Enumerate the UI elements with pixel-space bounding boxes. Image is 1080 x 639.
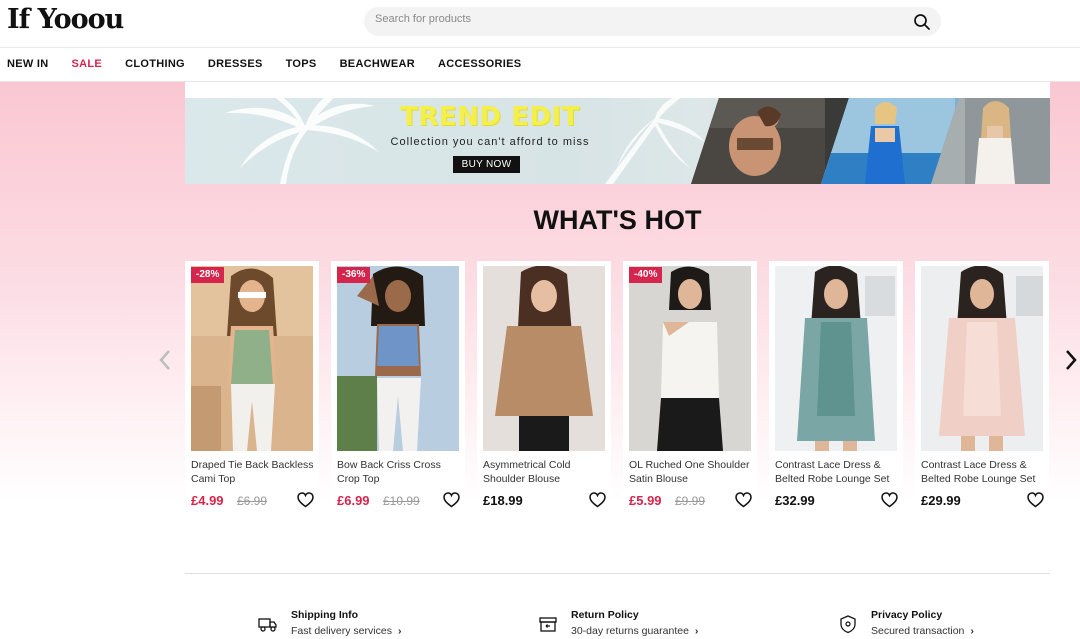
product-name[interactable]: Asymmetrical Cold Shoulder Blouse <box>483 458 609 486</box>
shipping-info-link[interactable]: Shipping Info Fast delivery services › <box>258 607 458 639</box>
truck-icon <box>258 618 277 632</box>
nav-new-in[interactable]: NEW IN <box>7 58 49 70</box>
heart-icon[interactable] <box>443 492 460 508</box>
product-image[interactable] <box>337 266 459 451</box>
site-header: If Yooou NEW IN SALE CLOTHING DRESSES TO… <box>0 0 1080 82</box>
product-price: £4.99 <box>191 493 224 508</box>
product-name[interactable]: Contrast Lace Dress & Belted Robe Lounge… <box>921 458 1047 486</box>
heart-icon[interactable] <box>735 492 752 508</box>
footer-divider <box>185 573 1050 574</box>
chevron-right-icon: › <box>694 625 699 637</box>
product-price: £5.99 <box>629 493 662 508</box>
nav-dresses[interactable]: DRESSES <box>208 58 263 70</box>
chevron-right-icon: › <box>397 625 402 637</box>
search-icon[interactable] <box>913 13 931 31</box>
product-image[interactable] <box>921 266 1043 451</box>
product-card[interactable]: -40% OL Ruched One Shoulder Satin Blouse… <box>623 261 757 523</box>
product-name[interactable]: Draped Tie Back Backless Cami Top <box>191 458 317 486</box>
shield-icon <box>840 615 856 634</box>
return-box-icon <box>539 617 557 632</box>
privacy-title: Privacy Policy <box>871 609 943 621</box>
heart-icon[interactable] <box>1027 492 1044 508</box>
product-card[interactable]: Contrast Lace Dress & Belted Robe Lounge… <box>915 261 1049 523</box>
discount-badge: -36% <box>337 267 371 283</box>
product-price: £18.99 <box>483 493 523 508</box>
heart-icon[interactable] <box>881 492 898 508</box>
nav-accessories[interactable]: ACCESSORIES <box>438 58 521 70</box>
chevron-right-icon: › <box>970 625 974 637</box>
nav-tops[interactable]: TOPS <box>286 58 317 70</box>
promo-banner[interactable]: TREND EDIT Collection you can't afford t… <box>185 98 1050 184</box>
header-divider <box>0 47 1080 48</box>
buy-now-button[interactable]: BUY NOW <box>453 156 520 173</box>
nav-sale[interactable]: SALE <box>72 58 103 70</box>
return-subtitle: 30-day returns guarantee › <box>571 625 699 637</box>
heart-icon[interactable] <box>297 492 314 508</box>
search-bar[interactable] <box>364 7 941 36</box>
product-old-price: £6.99 <box>237 494 268 508</box>
return-policy-link[interactable]: Return Policy 30-day returns guarantee › <box>538 607 738 639</box>
product-name[interactable]: OL Ruched One Shoulder Satin Blouse <box>629 458 755 486</box>
product-card[interactable]: -36% Bow Back Criss Cross Crop Top £6.99… <box>331 261 465 523</box>
main-nav: NEW IN SALE CLOTHING DRESSES TOPS BEACHW… <box>0 58 537 70</box>
chevron-right-icon[interactable] <box>1063 348 1079 372</box>
shipping-title: Shipping Info <box>291 609 359 621</box>
nav-beachwear[interactable]: BEACHWEAR <box>340 58 415 70</box>
discount-badge: -40% <box>629 267 663 283</box>
product-image[interactable] <box>483 266 605 451</box>
discount-badge: -28% <box>191 267 225 283</box>
banner-top-strip <box>185 82 1050 98</box>
product-image[interactable] <box>191 266 313 451</box>
heart-icon[interactable] <box>589 492 606 508</box>
product-card[interactable]: Asymmetrical Cold Shoulder Blouse £18.99 <box>477 261 611 523</box>
product-image[interactable] <box>775 266 897 451</box>
shipping-subtitle: Fast delivery services › <box>291 625 402 637</box>
privacy-policy-link[interactable]: Privacy Policy Secured transaction › <box>838 607 1038 639</box>
product-old-price: £9.99 <box>675 494 706 508</box>
product-price: £32.99 <box>775 493 815 508</box>
banner-title: TREND EDIT <box>400 102 580 132</box>
chevron-left-icon[interactable] <box>157 348 173 372</box>
return-title: Return Policy <box>571 609 639 621</box>
product-price: £6.99 <box>337 493 370 508</box>
product-name[interactable]: Contrast Lace Dress & Belted Robe Lounge… <box>775 458 901 486</box>
section-title: WHAT'S HOT <box>533 205 702 235</box>
product-card[interactable]: Contrast Lace Dress & Belted Robe Lounge… <box>769 261 903 523</box>
nav-clothing[interactable]: CLOTHING <box>125 58 185 70</box>
product-name[interactable]: Bow Back Criss Cross Crop Top <box>337 458 463 486</box>
product-old-price: £10.99 <box>383 494 420 508</box>
product-image[interactable] <box>629 266 751 451</box>
search-input[interactable] <box>375 13 895 25</box>
privacy-subtitle: Secured transaction › <box>871 625 974 637</box>
product-price: £29.99 <box>921 493 961 508</box>
product-card[interactable]: -28% Draped Tie Back Backless Cami Top £… <box>185 261 319 523</box>
site-logo[interactable]: If Yooou <box>7 4 124 35</box>
